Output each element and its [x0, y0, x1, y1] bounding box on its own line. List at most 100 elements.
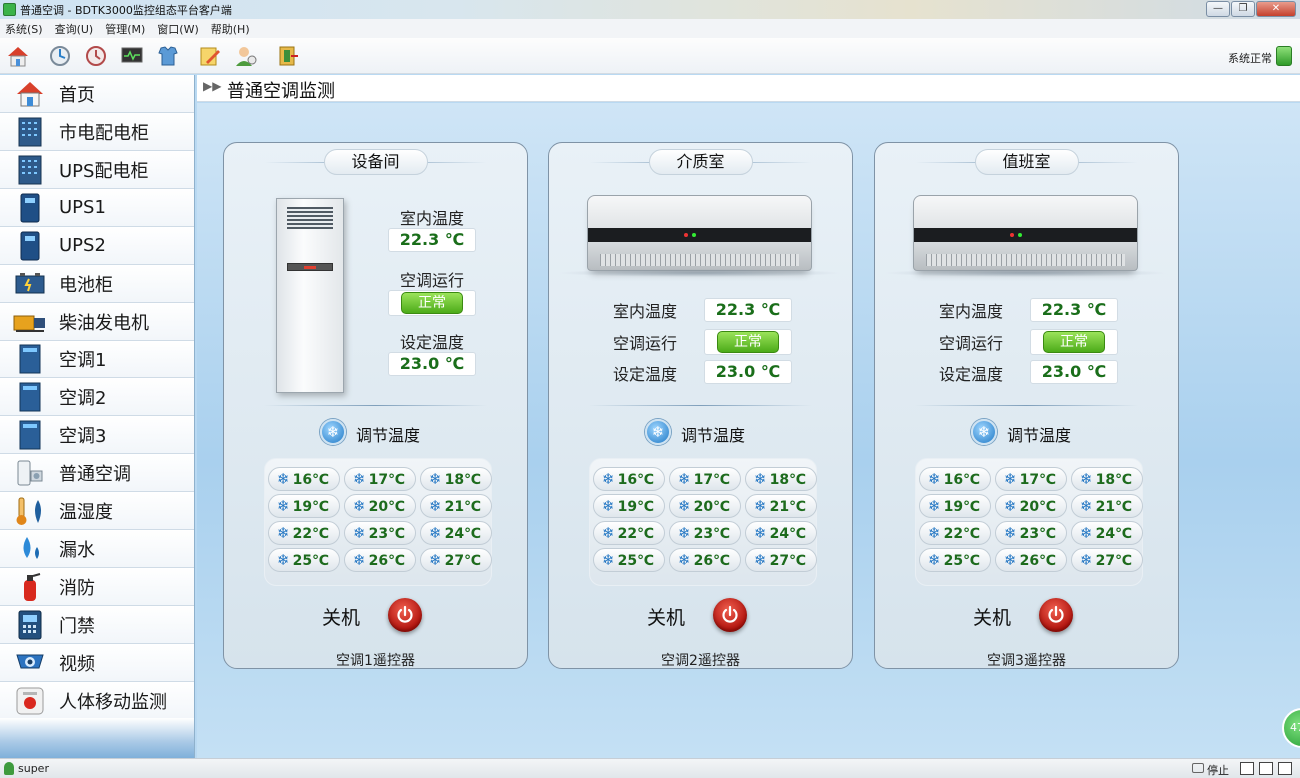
sidebar-item[interactable]: UPS2: [0, 227, 194, 265]
temp-button[interactable]: ❄ 26℃: [995, 548, 1067, 572]
power-button[interactable]: [1039, 598, 1073, 632]
monitor-icon[interactable]: [118, 42, 146, 70]
snowflake-icon: ❄: [928, 551, 941, 569]
snowflake-icon: ❄: [645, 419, 671, 445]
temp-button[interactable]: ❄ 27℃: [745, 548, 817, 572]
temp-button[interactable]: ❄ 23℃: [995, 521, 1067, 545]
temp-button[interactable]: ❄ 17℃: [344, 467, 416, 491]
temp-button[interactable]: ❄ 27℃: [1071, 548, 1143, 572]
sidebar-item[interactable]: 空调1: [0, 341, 194, 378]
temp-button[interactable]: ❄ 21℃: [1071, 494, 1143, 518]
temp-button[interactable]: ❄ 24℃: [745, 521, 817, 545]
stop-label[interactable]: 停止: [1207, 762, 1229, 778]
temp-button[interactable]: ❄ 21℃: [420, 494, 492, 518]
temp-button[interactable]: ❄ 25℃: [919, 548, 991, 572]
temp-button[interactable]: ❄ 23℃: [669, 521, 741, 545]
temp-button[interactable]: ❄ 22℃: [919, 521, 991, 545]
menu-bar: 系统(S) 查询(U) 管理(M) 窗口(W) 帮助(H): [0, 19, 1300, 38]
exit-icon[interactable]: [274, 42, 302, 70]
sidebar-item[interactable]: 首页: [0, 75, 194, 113]
indoor-temp-label: 室内温度: [612, 302, 677, 321]
temp-button[interactable]: ❄ 16℃: [593, 467, 665, 491]
home-icon[interactable]: [4, 42, 32, 70]
temp-button[interactable]: ❄ 17℃: [995, 467, 1067, 491]
sidebar-item[interactable]: 空调3: [0, 416, 194, 454]
sidebar-item-label: 市电配电柜: [59, 122, 149, 144]
sidebar-item[interactable]: UPS配电柜: [0, 151, 194, 189]
room-title: 设备间: [323, 149, 428, 175]
generator-icon: [13, 307, 47, 337]
temp-button[interactable]: ❄ 20℃: [344, 494, 416, 518]
clothing-icon[interactable]: [154, 42, 182, 70]
snowflake-icon: ❄: [277, 524, 290, 542]
temp-button[interactable]: ❄ 26℃: [669, 548, 741, 572]
temp-button[interactable]: ❄ 24℃: [420, 521, 492, 545]
indoor-temp-value: 22.3 ℃: [1030, 298, 1118, 322]
temp-button[interactable]: ❄ 22℃: [593, 521, 665, 545]
set-temp-label: 设定温度: [612, 365, 677, 384]
camera-stop-icon[interactable]: [1192, 763, 1204, 773]
temp-button-label: 24℃: [769, 526, 807, 542]
snowflake-icon: ❄: [602, 470, 615, 488]
temp-button[interactable]: ❄ 20℃: [669, 494, 741, 518]
temp-button[interactable]: ❄ 25℃: [268, 548, 340, 572]
ac-shadow: [557, 269, 842, 277]
sidebar-item[interactable]: 人体移动监测: [0, 682, 194, 720]
sidebar-item[interactable]: 普通空调: [0, 454, 194, 492]
temp-button[interactable]: ❄ 25℃: [593, 548, 665, 572]
menu-help[interactable]: 帮助(H): [206, 21, 257, 37]
user-icon[interactable]: [232, 42, 260, 70]
sidebar-item[interactable]: UPS1: [0, 189, 194, 227]
sidebar-item[interactable]: 市电配电柜: [0, 113, 194, 151]
window-title: 普通空调 - BDTK3000监控组态平台客户端: [20, 3, 232, 17]
power-icon: [397, 605, 413, 623]
temp-button-label: 16℃: [943, 472, 981, 488]
edit-icon[interactable]: [196, 42, 224, 70]
menu-system[interactable]: 系统(S): [0, 21, 50, 37]
temp-button[interactable]: ❄ 17℃: [669, 467, 741, 491]
close-button[interactable]: ✕: [1256, 1, 1296, 17]
floor-ac-image: [276, 198, 344, 393]
sidebar-item[interactable]: 柴油发电机: [0, 303, 194, 341]
menu-manage[interactable]: 管理(M): [100, 21, 152, 37]
temp-button[interactable]: ❄ 16℃: [919, 467, 991, 491]
temp-button[interactable]: ❄ 26℃: [344, 548, 416, 572]
temp-button[interactable]: ❄ 21℃: [745, 494, 817, 518]
minimize-button[interactable]: —: [1206, 1, 1230, 17]
alarm-clock-icon[interactable]: [82, 42, 110, 70]
temp-button[interactable]: ❄ 19℃: [593, 494, 665, 518]
maximize-button[interactable]: ❐: [1231, 1, 1255, 17]
temp-button[interactable]: ❄ 22℃: [268, 521, 340, 545]
sidebar-item[interactable]: 视频: [0, 644, 194, 682]
screen-icon[interactable]: [1278, 762, 1292, 775]
sidebar-item[interactable]: 门禁: [0, 606, 194, 644]
temp-button[interactable]: ❄ 16℃: [268, 467, 340, 491]
sidebar-item[interactable]: 电池柜: [0, 265, 194, 303]
temp-button[interactable]: ❄ 27℃: [420, 548, 492, 572]
power-icon: [1048, 605, 1064, 623]
temp-button[interactable]: ❄ 24℃: [1071, 521, 1143, 545]
power-button[interactable]: [388, 598, 422, 632]
temp-button[interactable]: ❄ 20℃: [995, 494, 1067, 518]
sidebar-item[interactable]: 消防: [0, 568, 194, 606]
sidebar-item[interactable]: 漏水: [0, 530, 194, 568]
temp-button[interactable]: ❄ 18℃: [1071, 467, 1143, 491]
temp-button[interactable]: ❄ 19℃: [919, 494, 991, 518]
toolbar: 系统正常: [0, 38, 1300, 74]
snowflake-icon: ❄: [429, 524, 442, 542]
speaker-icon[interactable]: [1259, 762, 1273, 775]
adjust-temp-label: 调节温度: [1007, 426, 1072, 445]
temp-button[interactable]: ❄ 18℃: [420, 467, 492, 491]
sidebar-item[interactable]: 空调2: [0, 378, 194, 416]
temp-button[interactable]: ❄ 18℃: [745, 467, 817, 491]
temp-button[interactable]: ❄ 19℃: [268, 494, 340, 518]
window-icon[interactable]: [1240, 762, 1254, 775]
adjust-temp-label: 调节温度: [356, 426, 421, 445]
menu-query[interactable]: 查询(U): [50, 21, 101, 37]
temp-button-label: 17℃: [693, 472, 731, 488]
temp-button[interactable]: ❄ 23℃: [344, 521, 416, 545]
refresh-icon[interactable]: [46, 42, 74, 70]
power-button[interactable]: [713, 598, 747, 632]
menu-window[interactable]: 窗口(W): [152, 21, 205, 37]
sidebar-item[interactable]: 温湿度: [0, 492, 194, 530]
